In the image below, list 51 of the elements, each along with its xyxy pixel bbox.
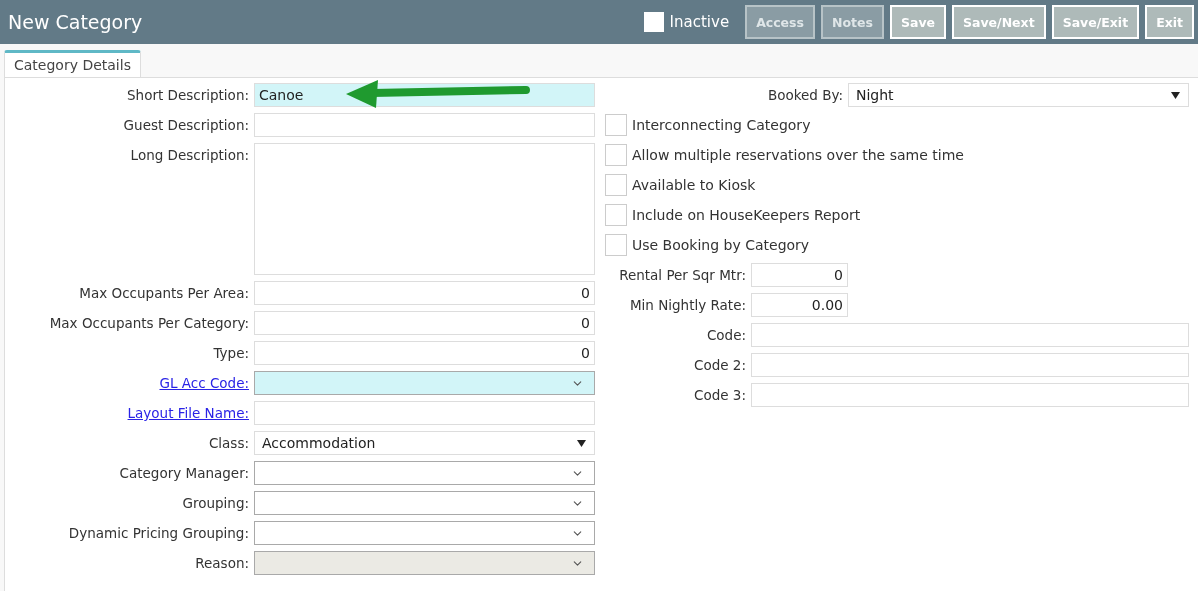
checkbox-label: Use Booking by Category [632,237,810,253]
field-label: Short Description: [127,87,249,103]
checkbox[interactable] [605,204,627,226]
field-label: Rental Per Sqr Mtr: [619,267,746,283]
field-label: Code: [706,327,746,343]
field-link[interactable]: GL Acc Code: [159,375,249,391]
checkbox[interactable] [605,174,627,196]
field-label: Max Occupants Per Category: [49,315,249,331]
field-label: Long Description: [130,147,249,163]
checkbox[interactable] [605,144,627,166]
number-field[interactable]: 0 [751,263,848,287]
field-label: Code 3: [694,387,746,403]
field-label: Reason: [195,555,249,571]
number-field[interactable]: 0.00 [751,293,848,317]
field-label: Code 2: [694,357,746,373]
caret-icon [577,439,586,447]
number-field[interactable]: 0 [254,281,595,305]
text-field[interactable] [254,401,595,425]
text-field[interactable] [254,113,595,137]
checkbox-label: Inactive [669,13,730,31]
text-field[interactable] [751,323,1189,347]
dropdown-field[interactable] [254,521,595,545]
field-label: Type: [213,345,249,361]
caret-icon [1171,91,1180,99]
text-field[interactable] [751,353,1189,377]
checkbox-label: Include on HouseKeepers Report [632,207,861,223]
dropdown-field[interactable] [254,491,595,515]
field-link[interactable]: Layout File Name: [127,405,249,421]
field-label: Guest Description: [123,117,249,133]
number-field[interactable]: 0 [254,341,595,365]
field-label: Booked By: [767,87,843,103]
field-label: Min Nightly Rate: [629,297,746,313]
checkbox-label: Interconnecting Category [632,117,811,133]
field-label: Dynamic Pricing Grouping: [68,525,249,541]
field-label: Category Manager: [119,465,249,481]
number-field[interactable]: 0 [254,311,595,335]
field-label: Class: [208,435,249,451]
text-area[interactable] [254,143,595,275]
select-field[interactable]: Accommodation [254,431,595,455]
checkbox-label: Available to Kiosk [632,177,756,193]
checkbox[interactable] [605,234,627,256]
checkbox[interactable] [605,114,627,136]
dropdown-field[interactable] [254,461,595,485]
text-field[interactable] [751,383,1189,407]
field-label: Grouping: [182,495,249,511]
tab[interactable]: Category Details [4,50,141,77]
dropdown-field[interactable] [254,371,595,395]
page-title: New Category [8,11,144,33]
field-label: Max Occupants Per Area: [79,285,249,301]
select-field[interactable]: Night [848,83,1189,107]
checkbox-label: Allow multiple reservations over the same time [632,147,964,163]
